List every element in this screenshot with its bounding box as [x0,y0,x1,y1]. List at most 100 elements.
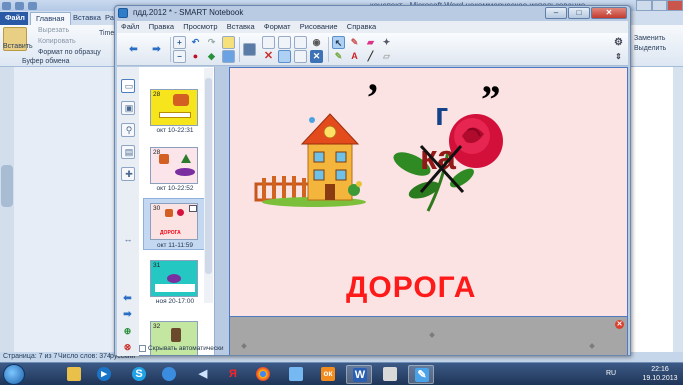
replace-button[interactable]: Заменить [634,35,665,42]
taskbar-explorer[interactable] [61,365,87,384]
line-icon[interactable]: ╱ [364,50,377,63]
word-scrollbar[interactable] [673,67,683,352]
tab-properties[interactable]: ▤ [121,145,135,159]
delete-icon[interactable]: ✕ [262,50,275,63]
autohide-checkbox[interactable] [139,345,146,352]
menu-help[interactable]: Справка [343,21,379,31]
taskbar-volume[interactable]: ◀ [190,365,216,384]
maximize-button[interactable]: □ [568,7,590,19]
close-button[interactable]: ✕ [591,7,627,19]
word-doroga[interactable]: ДОРОГА [346,271,476,305]
tab-gallery[interactable]: ▣ [121,101,135,115]
word-app-icon[interactable] [2,1,11,10]
taskbar-media-player[interactable]: ▸ [91,365,117,384]
undo-icon[interactable]: ↶ [189,36,202,49]
open-file-icon[interactable] [222,36,235,49]
tab-addons[interactable]: ✚ [121,167,135,181]
language-indicator[interactable]: RU [606,370,616,377]
eraser-icon[interactable]: ▰ [364,36,377,49]
properties-icon[interactable] [294,50,307,63]
offpage-close-icon[interactable]: ✕ [615,320,624,329]
word-minimize-button[interactable] [636,0,652,11]
toolbar-expand-icon[interactable]: ⇕ [612,50,625,63]
sidebar-back-icon[interactable]: ⬅ [121,292,134,305]
delete-page-icon[interactable]: − [173,50,186,63]
paste-icon[interactable] [262,36,275,49]
taskbar-yandex[interactable]: Я [220,365,246,384]
select-pointer-icon[interactable]: ↖ [332,36,345,49]
word-close-button[interactable] [667,0,683,11]
page-sorter-scrollbar[interactable] [204,68,213,303]
page-caption: окт 11-11:59 [156,242,193,249]
save-icon[interactable] [15,1,24,10]
menu-view[interactable]: Просмотр [179,21,220,31]
camera-icon[interactable]: ◉ [310,36,323,49]
menu-format[interactable]: Формат [260,21,294,31]
letter-g[interactable]: г [435,96,448,133]
house-image[interactable] [250,108,368,208]
autohide-option[interactable]: Скрывать автоматически [139,345,224,355]
cut-button[interactable]: Вырезать [38,27,69,34]
sidebar-add-icon[interactable]: ⊕ [121,325,134,338]
taskbar-odnoklassniki[interactable]: ок [315,365,341,384]
page-thumbnail[interactable]: 31 [150,260,198,297]
page-thumbnail-selected[interactable]: 30 ДОРОГА [150,203,198,240]
ruler-handle[interactable] [1,165,13,207]
fill-icon[interactable]: ▱ [380,50,393,63]
tab-file[interactable]: Файл [0,12,28,25]
table-icon[interactable] [294,36,307,49]
copy-button[interactable]: Копировать [38,38,76,45]
format-painter-button[interactable]: Формат по образцу [38,49,101,56]
settings-gear-icon[interactable]: ⚙ [612,36,625,49]
taskbar-skype[interactable]: S [126,365,152,384]
page-thumbnail[interactable]: 28 [150,89,198,126]
tab-home[interactable]: Главная [30,12,71,25]
menu-edit[interactable]: Правка [145,21,177,31]
gallery-icon[interactable]: ◆ [205,50,218,63]
text-icon[interactable]: A [348,50,361,63]
clock[interactable]: 22:16 19.10.2013 [640,365,680,383]
thumb-house [173,94,189,106]
thumb-dropdown-icon[interactable] [189,205,197,212]
full-screen-icon[interactable] [278,50,291,63]
taskbar-tool[interactable] [283,365,309,384]
sidebar-delete-icon[interactable]: ⊗ [121,341,134,354]
back-arrow-icon[interactable]: ⬅ [127,43,140,56]
screen-shade-icon[interactable]: ● [189,50,202,63]
pen-icon[interactable]: ✎ [332,50,345,63]
display-icon[interactable] [243,43,256,56]
undo-icon[interactable] [28,1,37,10]
magic-pen-icon[interactable]: ✦ [380,36,393,49]
single-comma[interactable]: ’ [366,78,379,118]
redo-icon[interactable]: ↷ [205,36,218,49]
taskbar-chrome[interactable] [250,365,276,384]
creative-pen-icon[interactable]: ✎ [348,36,361,49]
scrollbar-thumb[interactable] [205,78,212,274]
taskbar-network[interactable] [156,365,182,384]
minimize-button[interactable]: – [545,7,567,19]
play-icon: ▸ [97,367,111,381]
double-comma[interactable]: ’’ [480,80,502,120]
sidebar-forward-icon[interactable]: ➡ [121,308,134,321]
resize-arrows-icon[interactable]: ↔ [123,234,133,244]
start-button[interactable] [3,364,25,385]
select-button[interactable]: Выделить [634,45,666,52]
close-doc-icon[interactable]: ✕ [310,50,323,63]
tab-page-sorter[interactable]: ▭ [121,79,135,93]
word-maximize-button[interactable] [651,0,668,11]
taskbar-word[interactable]: W [346,365,372,384]
folder-icon [67,367,81,381]
save-icon[interactable] [222,50,235,63]
taskbar-fax[interactable] [377,365,403,384]
page-thumbnail[interactable]: 28 [150,147,198,184]
add-page-icon[interactable]: + [173,36,186,49]
taskbar-smart-notebook[interactable]: ✎ [408,365,434,384]
menu-draw[interactable]: Рисование [296,21,341,31]
tab-attachments[interactable]: ⚲ [121,123,135,137]
paste-button[interactable]: Вставить [3,43,33,50]
screen-capture-icon[interactable] [278,36,291,49]
menu-file[interactable]: Файл [117,21,142,31]
menu-insert[interactable]: Вставка [223,21,258,31]
forward-arrow-icon[interactable]: ➡ [150,43,163,56]
clock-date: 19.10.2013 [642,375,678,382]
